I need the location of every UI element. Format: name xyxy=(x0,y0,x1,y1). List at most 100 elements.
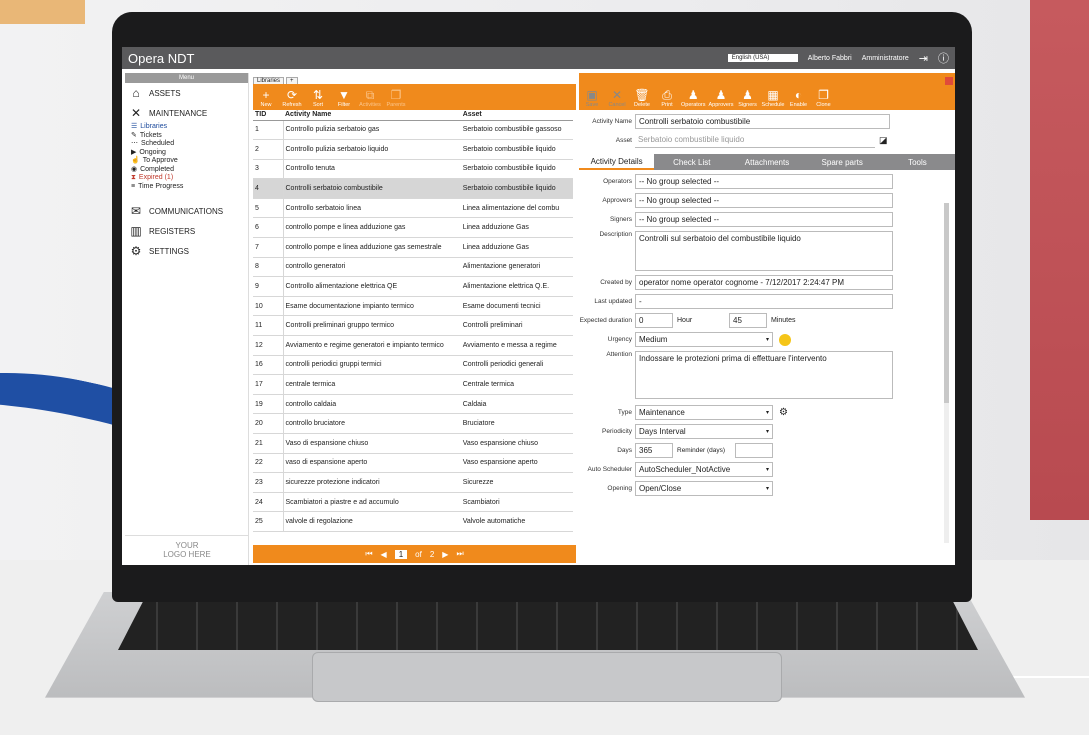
opening-select[interactable]: Open/Close ▾ xyxy=(635,481,773,496)
asset-picker-icon[interactable]: ◪ xyxy=(879,135,888,146)
operators-label: Operators xyxy=(603,178,632,185)
page-input[interactable]: 1 xyxy=(394,549,408,559)
tab-spare-parts[interactable]: Spare parts xyxy=(805,158,880,167)
nav-maintenance[interactable]: ✕ MAINTENANCE xyxy=(125,103,248,123)
prev-page-icon[interactable]: ◀ xyxy=(381,550,387,559)
table-row[interactable]: 20 controllo bruciatore Bruciatore xyxy=(253,413,573,434)
first-page-icon[interactable]: ⏮ xyxy=(365,549,372,559)
approvers-field[interactable]: -- No group selected -- xyxy=(635,193,893,208)
nav-expired[interactable]: ⧗ Expired (1) xyxy=(131,174,248,183)
print-button[interactable]: ⎙ Print xyxy=(656,89,678,109)
table-row[interactable]: 5 Controllo serbatoio linea Linea alimenta… xyxy=(253,198,573,219)
col-activity-name[interactable]: Activity Name xyxy=(283,110,461,121)
table-row[interactable]: 22 vaso di espansione aperto Vaso espansio… xyxy=(253,453,573,474)
description-field[interactable]: Controlli sul serbatoio del combustibile… xyxy=(635,231,893,271)
operators-button[interactable]: ♟ Operators xyxy=(681,89,705,109)
enable-button[interactable]: ◐ Enable xyxy=(787,89,809,109)
table-row[interactable]: 10 Esame documentazione impianto termico E… xyxy=(253,296,573,317)
save-button[interactable]: ▣ Save xyxy=(581,89,603,109)
delete-button[interactable]: 🗑 Delete xyxy=(631,89,653,109)
tab-check-list[interactable]: Check List xyxy=(654,158,729,167)
next-page-icon[interactable]: ▶ xyxy=(442,550,448,559)
clone-button[interactable]: ❐ Clone xyxy=(812,89,834,109)
logout-icon[interactable]: ⇥ xyxy=(919,52,928,65)
table-row[interactable]: 23 sicurezze protezione indicatori Sicurez… xyxy=(253,472,573,493)
nav-assets[interactable]: ⌂ ASSETS xyxy=(125,83,248,103)
cell-asset: Vaso espansione aperto xyxy=(460,453,573,474)
table-row[interactable]: 16 controlli periodici gruppi termici Cont… xyxy=(253,355,573,376)
cell-tid: 19 xyxy=(253,394,284,415)
cell-activity-name: sicurezze protezione indicatori xyxy=(283,472,461,493)
table-row[interactable]: 7 controllo pompe e linea adduzione gas s… xyxy=(253,237,573,258)
activity-name-field[interactable]: Controlli serbatoio combustibile xyxy=(635,114,890,129)
nav-time-progress[interactable]: ≡ Time Progress xyxy=(131,183,248,192)
language-select[interactable]: English (USA) xyxy=(727,54,798,62)
cell-activity-name: vaso di espansione aperto xyxy=(283,453,461,474)
col-asset[interactable]: Asset xyxy=(460,110,573,121)
reminder-field[interactable] xyxy=(735,443,773,458)
approvers-button[interactable]: ♟ Approvers xyxy=(708,89,733,109)
operators-field[interactable]: -- No group selected -- xyxy=(635,174,893,189)
nav-completed[interactable]: ◉ Completed xyxy=(131,166,248,175)
signers-field[interactable]: -- No group selected -- xyxy=(635,212,893,227)
scrollbar-thumb[interactable] xyxy=(944,203,949,403)
help-icon[interactable]: ⓘ xyxy=(938,50,949,66)
close-icon[interactable] xyxy=(945,77,953,85)
tab-tools[interactable]: Tools xyxy=(880,158,955,167)
parents-button[interactable]: ❐ Parents xyxy=(385,89,407,109)
table-row[interactable]: 21 Vaso di espansione chiuso Vaso espansio… xyxy=(253,433,573,454)
last-page-icon[interactable]: ⏭ xyxy=(456,549,463,559)
table-row[interactable]: 19 controllo caldaia Caldaia xyxy=(253,394,573,415)
days-field[interactable]: 365 xyxy=(635,443,673,458)
schedule-button[interactable]: ▦ Schedule xyxy=(762,89,785,109)
cell-tid: 11 xyxy=(253,315,284,337)
new-button[interactable]: + New xyxy=(255,89,277,109)
auto-scheduler-select[interactable]: AutoScheduler_NotActive ▾ xyxy=(635,462,773,477)
table-row[interactable]: 2 Controllo pulizia serbatoio liquido Serb… xyxy=(253,139,573,160)
nav-to-approve[interactable]: ☝ To Approve xyxy=(131,157,248,166)
col-tid[interactable]: TID xyxy=(253,110,283,121)
table-row[interactable]: 4 Controlli serbatoio combustibile Serbato… xyxy=(253,178,573,199)
nav-communications[interactable]: ✉ COMMUNICATIONS xyxy=(125,201,248,221)
page-of-label: of xyxy=(415,549,422,559)
asset-field[interactable]: Serbatoio combustibile liquido xyxy=(635,133,875,148)
tab-activity-details[interactable]: Activity Details xyxy=(579,154,655,170)
table-row[interactable]: 6 controllo pompe e linea adduzione gas Li… xyxy=(253,217,573,239)
signers-button[interactable]: ♟ Signers xyxy=(737,89,759,109)
minutes-field[interactable]: 45 xyxy=(729,313,767,328)
table-row[interactable]: 11 Controlli preliminari gruppo termico Co… xyxy=(253,315,573,337)
filter-button[interactable]: ▼ Filter xyxy=(333,89,355,109)
table-row[interactable]: 12 Avviamento e regime generatori e impia… xyxy=(253,335,573,356)
settings-icon[interactable]: ⚙ xyxy=(779,407,788,418)
table-row[interactable]: 1 Controllo pulizia serbatoio gas Serbatoi… xyxy=(253,120,573,141)
nav-libraries[interactable]: ☰ Libraries xyxy=(131,123,248,132)
type-select[interactable]: Maintenance ▾ xyxy=(635,405,773,420)
cell-activity-name: Scambiatori a piastre e ad accumulo xyxy=(283,492,461,513)
nav-registers[interactable]: ▥ REGISTERS xyxy=(125,221,248,241)
tab-attachments[interactable]: Attachments xyxy=(729,158,804,167)
table-row[interactable]: 8 controllo generatori Alimentazione gener… xyxy=(253,257,573,278)
cancel-button[interactable]: ✕ Cancel xyxy=(606,89,628,109)
refresh-button[interactable]: ⟳ Refresh xyxy=(281,89,303,109)
table-row[interactable]: 24 Scambiatori a piastre e ad accumulo Sca… xyxy=(253,492,573,513)
detail-scrollbar[interactable] xyxy=(944,203,949,543)
cell-tid: 1 xyxy=(253,120,284,141)
table-row[interactable]: 17 centrale termica Centrale termica xyxy=(253,374,573,395)
nav-settings[interactable]: ⚙ SETTINGS xyxy=(125,241,248,261)
cell-asset: Controlli preliminari xyxy=(460,315,573,337)
add-tab-button[interactable]: + xyxy=(286,77,298,84)
tab-libraries[interactable]: Libraries xyxy=(253,77,285,84)
sort-button[interactable]: ⇅ Sort xyxy=(307,89,329,109)
periodicity-select[interactable]: Days Interval ▾ xyxy=(635,424,773,439)
table-row[interactable]: 3 Controllo tenuta Serbatoio combustibile … xyxy=(253,159,573,180)
urgency-select[interactable]: Medium ▾ xyxy=(635,332,773,347)
hours-field[interactable]: 0 xyxy=(635,313,673,328)
nav-scheduled[interactable]: ⋯ Scheduled xyxy=(131,140,248,149)
nav-ongoing[interactable]: ▶ Ongoing xyxy=(131,149,248,158)
auto-scheduler-label: Auto Scheduler xyxy=(587,466,632,473)
activities-button[interactable]: ⧉ Activities xyxy=(359,89,381,109)
nav-tickets[interactable]: ✎ Tickets xyxy=(131,132,248,141)
table-row[interactable]: 25 valvole di regolazione Valvole automati… xyxy=(253,511,573,532)
attention-field[interactable]: Indossare le protezioni prima di effettu… xyxy=(635,351,893,399)
table-row[interactable]: 9 Controllo alimentazione elettrica QE Ali… xyxy=(253,276,573,297)
